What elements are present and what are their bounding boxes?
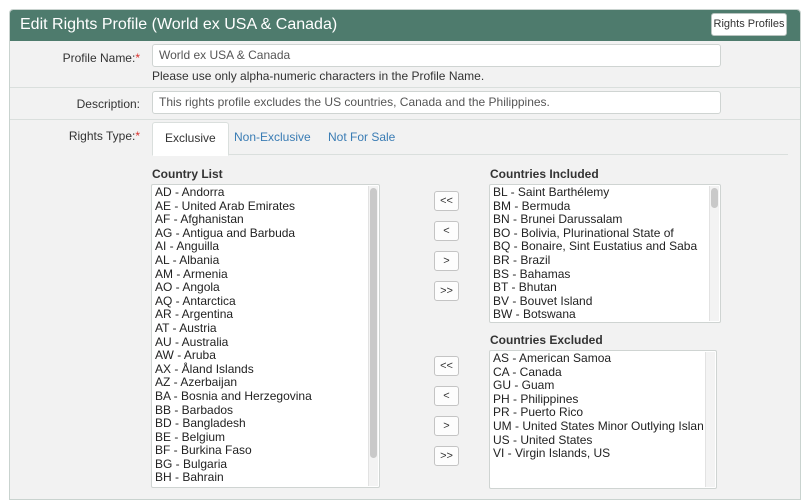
list-option[interactable]: BF - Burkina Faso <box>153 444 367 458</box>
countries-excluded-options[interactable]: AS - American Samoa CA - Canada GU - Guam P… <box>491 352 704 487</box>
list-option[interactable]: BM - Bermuda <box>491 199 708 214</box>
list-option[interactable]: BR - Brazil <box>491 253 708 268</box>
list-option[interactable]: BN - Brunei Darussalam <box>491 213 708 227</box>
list-option[interactable]: BL - Saint Barthélemy <box>491 186 708 200</box>
scroll-thumb[interactable] <box>370 188 377 458</box>
scroll-thumb[interactable] <box>711 188 718 208</box>
profile-name-input[interactable]: World ex USA & Canada <box>152 44 721 67</box>
country-list-box[interactable]: AD - Andorra AE - United Arab Emirates AF … <box>151 184 380 488</box>
required-mark: * <box>135 51 140 65</box>
divider <box>10 119 800 120</box>
list-option[interactable]: BQ - Bonaire, Sint Eustatius and Saba <box>491 240 708 254</box>
list-option[interactable]: PH - Philippines <box>491 392 704 407</box>
list-option[interactable]: AO - Angola <box>153 281 367 295</box>
tab-non-exclusive[interactable]: Non-Exclusive <box>222 122 323 155</box>
list-option[interactable]: CA - Canada <box>491 365 704 380</box>
list-option[interactable]: AS - American Samoa <box>491 352 704 366</box>
list-option[interactable]: AL - Albania <box>153 253 367 268</box>
list-option[interactable]: AI - Anguilla <box>153 240 367 254</box>
remove-all-excluded-button[interactable]: << <box>434 356 459 376</box>
countries-excluded-title: Countries Excluded <box>490 333 603 347</box>
list-option[interactable]: AT - Austria <box>153 321 367 336</box>
list-option[interactable]: PR - Puerto Rico <box>491 406 704 420</box>
divider <box>10 87 800 88</box>
list-option[interactable]: AQ - Antarctica <box>153 294 367 309</box>
rights-type-label: Rights Type:* <box>68 129 140 143</box>
country-list-title: Country List <box>152 167 223 181</box>
list-option[interactable]: BE - Belgium <box>153 430 367 445</box>
countries-included-scrollbar[interactable] <box>709 186 719 321</box>
list-option[interactable]: GU - Guam <box>491 379 704 393</box>
country-list-scrollbar[interactable] <box>368 186 378 486</box>
add-all-excluded-button[interactable]: >> <box>434 446 459 466</box>
countries-included-title: Countries Included <box>490 167 599 181</box>
countries-included-options[interactable]: BL - Saint Barthélemy BM - Bermuda BN - Br… <box>491 186 708 321</box>
list-option[interactable]: VI - Virgin Islands, US <box>491 447 704 461</box>
description-input[interactable]: This rights profile excludes the US coun… <box>152 91 721 114</box>
list-option[interactable]: AZ - Azerbaijan <box>153 376 367 390</box>
countries-included-box[interactable]: BL - Saint Barthélemy BM - Bermuda BN - Br… <box>489 184 721 323</box>
page-title: Edit Rights Profile (World ex USA & Cana… <box>20 16 338 33</box>
list-option[interactable]: US - United States <box>491 433 704 448</box>
remove-excluded-button[interactable]: < <box>434 386 459 406</box>
remove-all-included-button[interactable]: << <box>434 191 459 211</box>
list-option[interactable]: BV - Bouvet Island <box>491 294 708 309</box>
add-all-included-button[interactable]: >> <box>434 281 459 301</box>
list-option[interactable]: BS - Bahamas <box>491 267 708 282</box>
edit-rights-profile-panel: Edit Rights Profile (World ex USA & Cana… <box>9 9 801 500</box>
profile-name-label: Profile Name:* <box>62 51 140 65</box>
tab-not-for-sale[interactable]: Not For Sale <box>316 122 407 155</box>
list-option[interactable]: BD - Bangladesh <box>153 416 367 431</box>
list-option[interactable]: BG - Bulgaria <box>153 457 367 472</box>
list-option[interactable]: BA - Bosnia and Herzegovina <box>153 389 367 404</box>
add-included-button[interactable]: > <box>434 251 459 271</box>
countries-excluded-scrollbar[interactable] <box>705 352 715 487</box>
list-option[interactable]: BT - Bhutan <box>491 281 708 295</box>
list-option[interactable]: AF - Afghanistan <box>153 213 367 227</box>
profile-name-help: Please use only alpha-numeric characters… <box>152 69 485 83</box>
list-option[interactable]: AW - Aruba <box>153 349 367 363</box>
panel-header: Edit Rights Profile (World ex USA & Cana… <box>10 10 800 41</box>
remove-included-button[interactable]: < <box>434 221 459 241</box>
list-option[interactable]: UM - United States Minor Outlying Island… <box>491 419 704 434</box>
rights-profiles-button[interactable]: Rights Profiles <box>711 13 787 36</box>
countries-excluded-box[interactable]: AS - American Samoa CA - Canada GU - Guam P… <box>489 350 717 489</box>
list-option[interactable]: AX - Åland Islands <box>153 362 367 377</box>
list-option[interactable]: AD - Andorra <box>153 186 367 200</box>
list-option[interactable]: BB - Barbados <box>153 403 367 418</box>
list-option[interactable]: BH - Bahrain <box>153 471 367 485</box>
list-option[interactable]: BO - Bolivia, Plurinational State of <box>491 226 708 241</box>
list-option[interactable]: AR - Argentina <box>153 308 367 322</box>
required-mark: * <box>135 129 140 143</box>
list-option[interactable]: BW - Botswana <box>491 308 708 321</box>
list-option[interactable]: AE - United Arab Emirates <box>153 199 367 214</box>
country-list-options[interactable]: AD - Andorra AE - United Arab Emirates AF … <box>153 186 367 486</box>
rights-type-tabs: Exclusive Non-Exclusive Not For Sale <box>152 122 788 156</box>
add-excluded-button[interactable]: > <box>434 416 459 436</box>
list-option[interactable]: AU - Australia <box>153 335 367 350</box>
list-option[interactable]: AG - Antigua and Barbuda <box>153 226 367 241</box>
list-option[interactable]: AM - Armenia <box>153 267 367 282</box>
description-label: Description: <box>76 97 140 111</box>
tab-exclusive[interactable]: Exclusive <box>152 122 229 156</box>
